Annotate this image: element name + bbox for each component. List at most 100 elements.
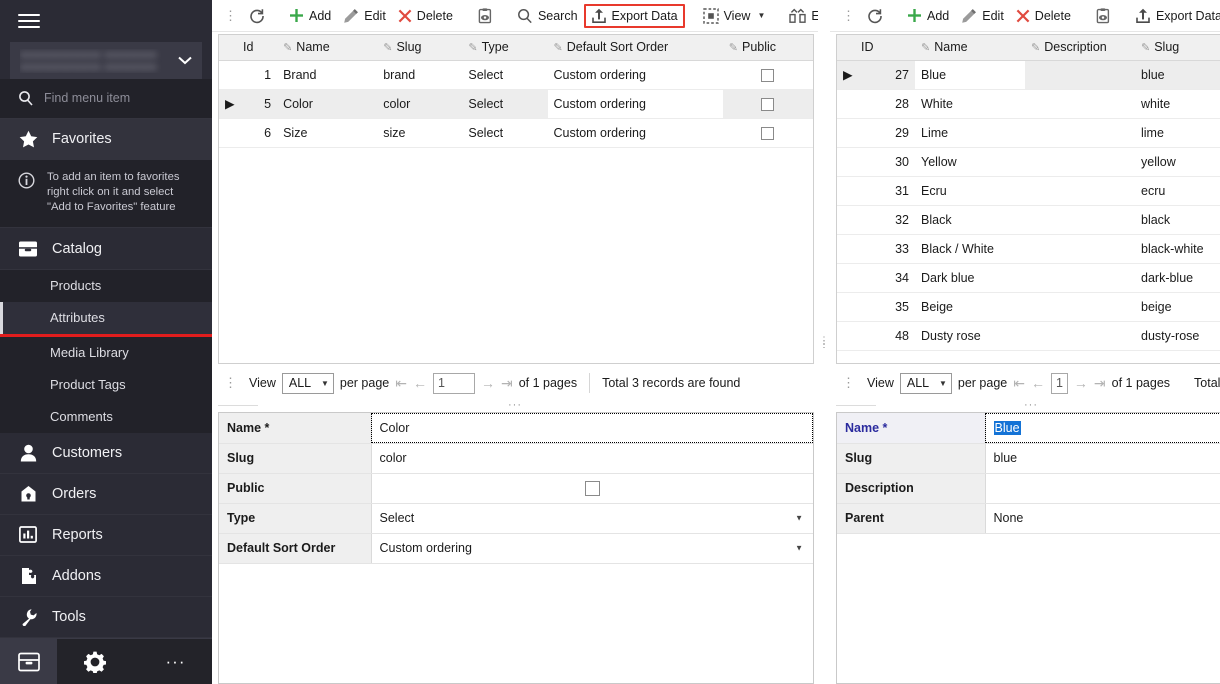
column-header-public[interactable]: ✎Public xyxy=(723,35,813,60)
edit-button[interactable]: Edit xyxy=(955,5,1010,27)
page-number-input[interactable]: 1 xyxy=(433,373,475,394)
form-field-default-sort-order[interactable]: Custom ordering ▼ xyxy=(371,533,813,563)
checkbox[interactable] xyxy=(761,127,774,140)
toolbar-overflow-handle[interactable]: ⋮ xyxy=(218,8,243,24)
column-header-name[interactable]: ✎Name xyxy=(277,35,377,60)
column-header-type[interactable]: ✎Type xyxy=(462,35,547,60)
table-row[interactable]: 33 Black / White black-white xyxy=(837,234,1220,263)
cell-description xyxy=(1025,234,1135,263)
bottom-archive-button[interactable] xyxy=(0,639,57,684)
chevron-down-icon[interactable]: ▼ xyxy=(795,514,803,523)
column-header-id[interactable]: Id xyxy=(237,35,277,60)
refresh-button[interactable] xyxy=(861,5,889,27)
edit-button[interactable]: Edit xyxy=(337,5,392,27)
form-field-description[interactable] xyxy=(985,473,1220,503)
horizontal-splitter[interactable]: ··· xyxy=(212,398,818,412)
column-header-slug[interactable]: ✎Slug xyxy=(1135,35,1220,60)
ellipsis-icon[interactable]: ··· xyxy=(166,658,186,666)
delete-button[interactable]: Delete xyxy=(1010,6,1077,26)
favorites-hint: To add an item to favorites right click … xyxy=(0,160,212,229)
form-field-slug[interactable]: blue xyxy=(985,443,1220,473)
table-row[interactable]: ▶ 27 Blue blue xyxy=(837,60,1220,89)
sidebar-item-catalog[interactable]: Catalog xyxy=(0,228,212,269)
column-header-name[interactable]: ✎Name xyxy=(915,35,1025,60)
sidebar-item-tools[interactable]: Tools xyxy=(0,597,212,638)
table-row[interactable]: 6 Size size Select Custom ordering xyxy=(219,118,813,147)
form-field-name[interactable]: Color xyxy=(371,413,813,443)
table-row[interactable]: 48 Dusty rose dusty-rose xyxy=(837,321,1220,350)
sidebar-item-media-library[interactable]: Media Library xyxy=(0,337,212,369)
prev-page-button[interactable]: ← xyxy=(413,375,427,391)
column-header-description[interactable]: ✎Description xyxy=(1025,35,1135,60)
first-page-button[interactable]: ⇤ xyxy=(1013,375,1025,392)
horizontal-splitter[interactable]: ··· xyxy=(830,398,1220,412)
sidebar-item-orders[interactable]: Orders xyxy=(0,474,212,515)
form-field-public[interactable] xyxy=(371,473,813,503)
cell-public[interactable] xyxy=(723,118,813,147)
prev-page-button[interactable]: ← xyxy=(1031,375,1045,391)
account-selector[interactable]: xxxxxxxxxxxxxx xxxxxxxxx xxxxxxxxxxxxxx … xyxy=(10,42,202,79)
sidebar-item-favorites[interactable]: Favorites xyxy=(0,119,212,160)
sidebar-toggle-button[interactable] xyxy=(0,0,212,42)
sidebar-item-reports[interactable]: Reports xyxy=(0,515,212,556)
form-row-slug: Slug color xyxy=(219,443,813,473)
table-row[interactable]: ▶ 5 Color color Select Custom ordering xyxy=(219,89,813,118)
vertical-splitter[interactable]: ⋮⋮ xyxy=(818,0,830,684)
view-menu-button[interactable]: View ▼ xyxy=(697,5,772,27)
search-button[interactable]: Search xyxy=(511,5,584,27)
form-field-slug[interactable]: color xyxy=(371,443,813,473)
form-field-type[interactable]: Select ▼ xyxy=(371,503,813,533)
delete-button[interactable]: Delete xyxy=(392,6,459,26)
add-button[interactable]: Add xyxy=(283,5,337,26)
search-input-placeholder[interactable]: Find menu item xyxy=(44,91,130,105)
cell-public[interactable] xyxy=(723,89,813,118)
sidebar-item-product-tags[interactable]: Product Tags xyxy=(0,369,212,401)
checkbox[interactable] xyxy=(585,481,600,496)
per-page-select[interactable]: ALL ▼ xyxy=(900,373,952,394)
table-row[interactable]: 35 Beige beige xyxy=(837,292,1220,321)
checkbox[interactable] xyxy=(761,69,774,82)
table-row[interactable]: 28 White white xyxy=(837,89,1220,118)
pager-overflow-handle[interactable]: ⋮ xyxy=(218,375,243,391)
next-page-button[interactable]: → xyxy=(1074,375,1088,391)
layout-icon xyxy=(703,8,719,24)
column-header-default-sort-order[interactable]: ✎Default Sort Order xyxy=(548,35,723,60)
per-page-select[interactable]: ALL ▼ xyxy=(282,373,334,394)
last-page-button[interactable]: ⇥ xyxy=(501,375,513,392)
sidebar-item-addons[interactable]: Addons xyxy=(0,556,212,597)
table-row[interactable]: 1 Brand brand Select Custom ordering xyxy=(219,60,813,89)
gear-icon[interactable] xyxy=(84,651,106,673)
toolbar-overflow-handle[interactable]: ⋮ xyxy=(836,8,861,24)
table-row[interactable]: 31 Ecru ecru xyxy=(837,176,1220,205)
column-header-id[interactable]: ID xyxy=(855,35,915,60)
sidebar-item-attributes[interactable]: Attributes xyxy=(0,302,212,334)
chevron-down-icon[interactable]: ▼ xyxy=(795,544,803,553)
form-field-name[interactable]: Blue xyxy=(985,413,1220,443)
table-row[interactable]: 32 Black black xyxy=(837,205,1220,234)
refresh-button[interactable] xyxy=(243,5,271,27)
first-page-button[interactable]: ⇤ xyxy=(395,375,407,392)
column-header-slug[interactable]: ✎Slug xyxy=(377,35,462,60)
clipboard-preview-button[interactable] xyxy=(1089,5,1117,27)
clipboard-preview-button[interactable] xyxy=(471,5,499,27)
cell-description xyxy=(1025,147,1135,176)
sidebar-item-customers[interactable]: Customers xyxy=(0,433,212,474)
page-number-input[interactable]: 1 xyxy=(1051,373,1068,394)
sidebar-item-products[interactable]: Products xyxy=(0,270,212,302)
checkbox[interactable] xyxy=(761,98,774,111)
cell-sort: Custom ordering xyxy=(548,89,723,118)
add-button[interactable]: Add xyxy=(901,5,955,26)
table-row[interactable]: 29 Lime lime xyxy=(837,118,1220,147)
menu-search[interactable]: Find menu item xyxy=(0,79,212,118)
export-data-button[interactable]: Export Data xyxy=(584,4,685,28)
table-row[interactable]: 30 Yellow yellow xyxy=(837,147,1220,176)
form-field-parent[interactable]: None xyxy=(985,503,1220,533)
sidebar-item-comments[interactable]: Comments xyxy=(0,401,212,433)
export-data-button[interactable]: Export Data xyxy=(1129,5,1220,27)
last-page-button[interactable]: ⇥ xyxy=(1094,375,1106,392)
pager-overflow-handle[interactable]: ⋮ xyxy=(836,375,861,391)
cell-public[interactable] xyxy=(723,60,813,89)
puzzle-icon xyxy=(18,567,38,585)
table-row[interactable]: 34 Dark blue dark-blue xyxy=(837,263,1220,292)
next-page-button[interactable]: → xyxy=(481,375,495,391)
